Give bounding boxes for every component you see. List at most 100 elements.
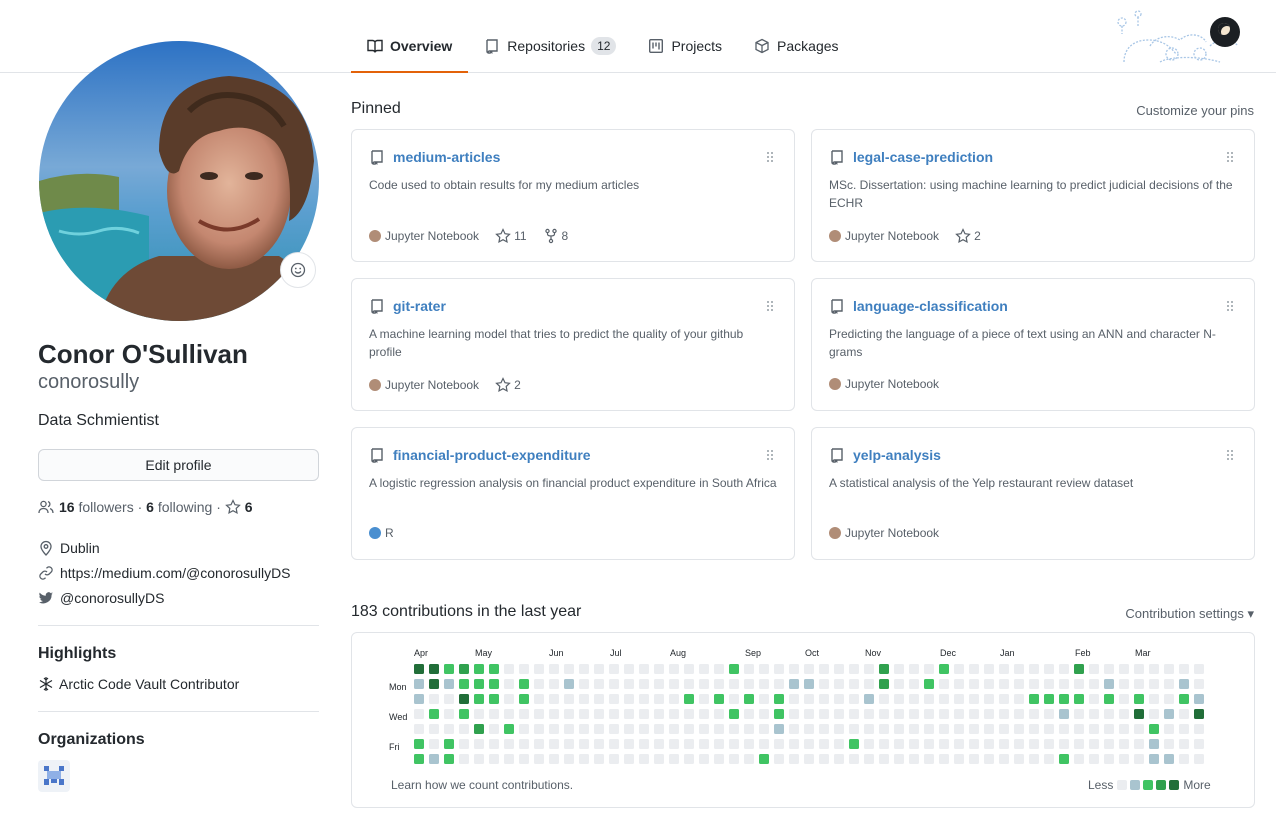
contribution-day-cell[interactable] bbox=[534, 694, 544, 704]
contribution-day-cell[interactable] bbox=[609, 679, 619, 689]
contribution-day-cell[interactable] bbox=[1134, 664, 1144, 674]
contribution-day-cell[interactable] bbox=[834, 754, 844, 764]
contribution-day-cell[interactable] bbox=[819, 679, 829, 689]
contribution-day-cell[interactable] bbox=[534, 754, 544, 764]
contribution-day-cell[interactable] bbox=[954, 724, 964, 734]
contribution-day-cell[interactable] bbox=[1029, 754, 1039, 764]
contribution-day-cell[interactable] bbox=[999, 679, 1009, 689]
contribution-day-cell[interactable] bbox=[504, 694, 514, 704]
following-link[interactable]: 6 following bbox=[146, 499, 212, 515]
contribution-day-cell[interactable] bbox=[789, 754, 799, 764]
contribution-day-cell[interactable] bbox=[609, 739, 619, 749]
repo-title[interactable]: medium-articles bbox=[369, 149, 500, 165]
contribution-day-cell[interactable] bbox=[609, 694, 619, 704]
contribution-day-cell[interactable] bbox=[1059, 739, 1069, 749]
contribution-day-cell[interactable] bbox=[774, 754, 784, 764]
contribution-day-cell[interactable] bbox=[609, 709, 619, 719]
contribution-day-cell[interactable] bbox=[939, 754, 949, 764]
contribution-day-cell[interactable] bbox=[684, 664, 694, 674]
contribution-day-cell[interactable] bbox=[984, 694, 994, 704]
contribution-day-cell[interactable] bbox=[1119, 664, 1129, 674]
contribution-day-cell[interactable] bbox=[519, 724, 529, 734]
contribution-day-cell[interactable] bbox=[1179, 694, 1189, 704]
contribution-day-cell[interactable] bbox=[504, 679, 514, 689]
contribution-day-cell[interactable] bbox=[969, 739, 979, 749]
set-status-button[interactable] bbox=[280, 252, 316, 288]
customize-pins-link[interactable]: Customize your pins bbox=[1136, 103, 1254, 118]
repo-name-link[interactable]: medium-articles bbox=[393, 149, 500, 165]
user-menu-avatar[interactable] bbox=[1210, 17, 1240, 47]
contribution-day-cell[interactable] bbox=[1044, 754, 1054, 764]
contribution-day-cell[interactable] bbox=[924, 709, 934, 719]
contribution-day-cell[interactable] bbox=[744, 679, 754, 689]
contribution-day-cell[interactable] bbox=[714, 694, 724, 704]
contribution-day-cell[interactable] bbox=[609, 724, 619, 734]
highlight-item[interactable]: Arctic Code Vault Contributor bbox=[38, 676, 239, 692]
contribution-day-cell[interactable] bbox=[999, 709, 1009, 719]
contribution-day-cell[interactable] bbox=[444, 739, 454, 749]
contribution-day-cell[interactable] bbox=[849, 679, 859, 689]
contribution-day-cell[interactable] bbox=[549, 679, 559, 689]
contribution-day-cell[interactable] bbox=[549, 739, 559, 749]
contribution-day-cell[interactable] bbox=[504, 709, 514, 719]
contribution-day-cell[interactable] bbox=[1074, 709, 1084, 719]
contribution-day-cell[interactable] bbox=[774, 679, 784, 689]
contribution-day-cell[interactable] bbox=[1044, 709, 1054, 719]
contribution-day-cell[interactable] bbox=[744, 739, 754, 749]
contribution-day-cell[interactable] bbox=[1014, 664, 1024, 674]
contribution-day-cell[interactable] bbox=[429, 754, 439, 764]
contribution-day-cell[interactable] bbox=[1134, 709, 1144, 719]
contribution-day-cell[interactable] bbox=[1044, 694, 1054, 704]
contribution-day-cell[interactable] bbox=[789, 724, 799, 734]
contribution-day-cell[interactable] bbox=[1119, 709, 1129, 719]
contribution-day-cell[interactable] bbox=[1059, 709, 1069, 719]
contribution-day-cell[interactable] bbox=[999, 724, 1009, 734]
contribution-day-cell[interactable] bbox=[714, 739, 724, 749]
contribution-day-cell[interactable] bbox=[1179, 709, 1189, 719]
contribution-day-cell[interactable] bbox=[504, 739, 514, 749]
contribution-day-cell[interactable] bbox=[939, 709, 949, 719]
contribution-day-cell[interactable] bbox=[969, 679, 979, 689]
contribution-day-cell[interactable] bbox=[924, 664, 934, 674]
contribution-day-cell[interactable] bbox=[669, 664, 679, 674]
contribution-day-cell[interactable] bbox=[1104, 694, 1114, 704]
contribution-day-cell[interactable] bbox=[474, 754, 484, 764]
contribution-day-cell[interactable] bbox=[594, 709, 604, 719]
contribution-day-cell[interactable] bbox=[759, 664, 769, 674]
contribution-day-cell[interactable] bbox=[714, 664, 724, 674]
contribution-day-cell[interactable] bbox=[519, 679, 529, 689]
drag-handle-icon[interactable] bbox=[1226, 300, 1234, 312]
contribution-day-cell[interactable] bbox=[1059, 724, 1069, 734]
contribution-day-cell[interactable] bbox=[969, 724, 979, 734]
contribution-day-cell[interactable] bbox=[1149, 664, 1159, 674]
contribution-day-cell[interactable] bbox=[969, 694, 979, 704]
contribution-day-cell[interactable] bbox=[924, 724, 934, 734]
contribution-day-cell[interactable] bbox=[1149, 739, 1159, 749]
contribution-day-cell[interactable] bbox=[909, 739, 919, 749]
drag-handle-icon[interactable] bbox=[766, 151, 774, 163]
contribution-day-cell[interactable] bbox=[474, 739, 484, 749]
contribution-day-cell[interactable] bbox=[894, 679, 904, 689]
contribution-day-cell[interactable] bbox=[489, 739, 499, 749]
organization-avatar[interactable] bbox=[38, 760, 70, 792]
contribution-day-cell[interactable] bbox=[849, 664, 859, 674]
contribution-day-cell[interactable] bbox=[534, 709, 544, 719]
contribution-day-cell[interactable] bbox=[1179, 664, 1189, 674]
repo-name-link[interactable]: legal-case-prediction bbox=[853, 149, 993, 165]
contribution-day-cell[interactable] bbox=[804, 754, 814, 764]
contribution-day-cell[interactable] bbox=[1119, 724, 1129, 734]
contribution-day-cell[interactable] bbox=[804, 694, 814, 704]
contribution-day-cell[interactable] bbox=[414, 709, 424, 719]
contribution-day-cell[interactable] bbox=[834, 694, 844, 704]
contribution-day-cell[interactable] bbox=[654, 739, 664, 749]
contribution-day-cell[interactable] bbox=[594, 754, 604, 764]
contribution-day-cell[interactable] bbox=[774, 664, 784, 674]
contribution-day-cell[interactable] bbox=[549, 724, 559, 734]
contribution-day-cell[interactable] bbox=[564, 709, 574, 719]
contribution-day-cell[interactable] bbox=[669, 679, 679, 689]
repo-stars[interactable]: 2 bbox=[955, 228, 981, 244]
contribution-day-cell[interactable] bbox=[489, 664, 499, 674]
contribution-day-cell[interactable] bbox=[444, 754, 454, 764]
contribution-day-cell[interactable] bbox=[939, 724, 949, 734]
contribution-day-cell[interactable] bbox=[1029, 739, 1039, 749]
